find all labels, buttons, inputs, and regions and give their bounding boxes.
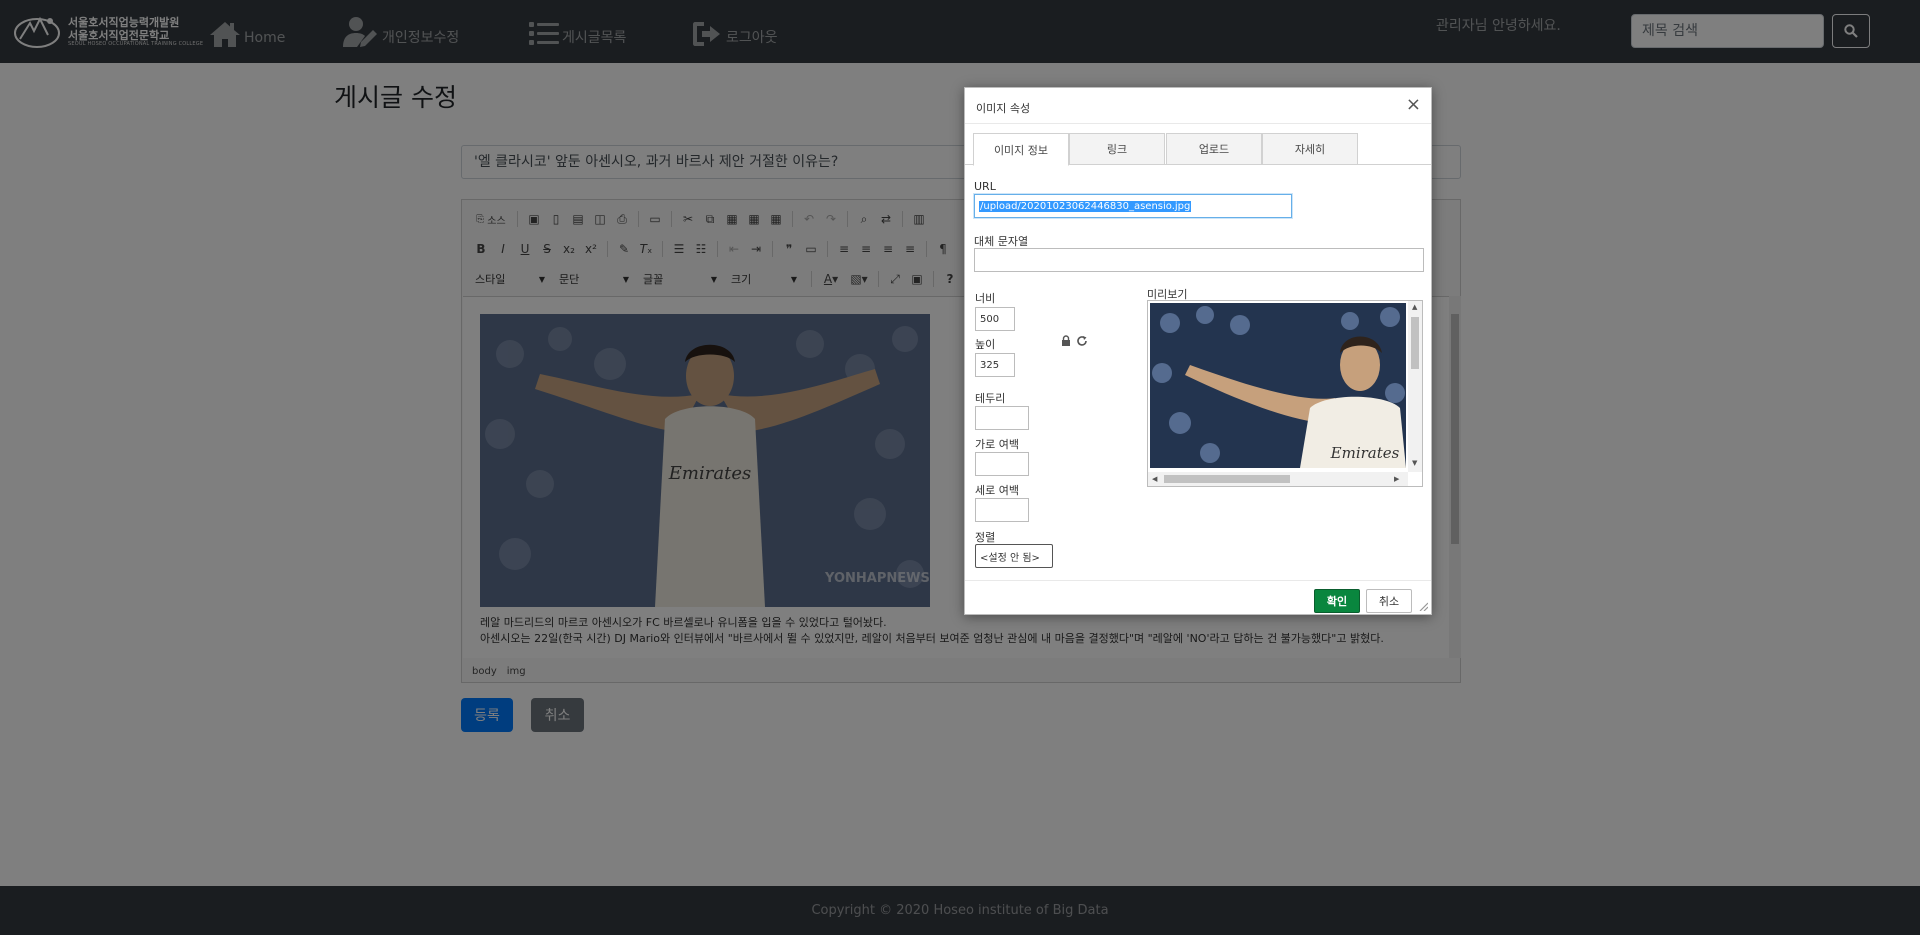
tab-advanced[interactable]: 자세히 xyxy=(1262,133,1358,165)
tab-image-info[interactable]: 이미지 정보 xyxy=(973,133,1069,166)
scroll-thumb[interactable] xyxy=(1411,317,1419,369)
preview-photo: Emirates xyxy=(1150,303,1406,468)
dialog-tabs: 이미지 정보 링크 업로드 자세히 xyxy=(965,133,1431,166)
scroll-left-icon[interactable]: ◀ xyxy=(1152,475,1157,483)
alt-text-label: 대체 문자열 xyxy=(974,235,1029,248)
border-label: 테두리 xyxy=(975,392,1006,405)
tab-upload[interactable]: 업로드 xyxy=(1166,133,1262,165)
align-value: <설정 안 됨> xyxy=(980,552,1040,564)
lock-icon[interactable] xyxy=(1060,335,1072,347)
align-label: 정렬 xyxy=(975,531,996,544)
hspace-field[interactable] xyxy=(975,452,1029,476)
dialog-title: 이미지 속성 xyxy=(976,102,1031,115)
ok-button[interactable]: 확인 xyxy=(1314,589,1360,613)
image-preview: Emirates ▲ ▼ ◀ ▶ xyxy=(1147,300,1423,487)
scroll-thumb[interactable] xyxy=(1164,475,1290,483)
tab-link[interactable]: 링크 xyxy=(1069,133,1165,165)
scroll-right-icon[interactable]: ▶ xyxy=(1394,475,1399,483)
preview-hscrollbar[interactable]: ◀ ▶ xyxy=(1148,472,1408,486)
url-value: /upload/20201023062446830_asensio.jpg xyxy=(979,200,1192,212)
svg-text:Emirates: Emirates xyxy=(1330,444,1400,462)
preview-image: Emirates xyxy=(1150,303,1406,468)
dialog-header[interactable]: 이미지 속성 × xyxy=(965,88,1431,124)
ratio-controls xyxy=(1060,335,1088,347)
hspace-label: 가로 여백 xyxy=(975,438,1019,451)
border-field[interactable] xyxy=(975,406,1029,430)
width-field[interactable]: 500 xyxy=(975,307,1015,331)
reset-size-icon[interactable] xyxy=(1076,335,1088,347)
dialog-cancel-button[interactable]: 취소 xyxy=(1366,589,1412,613)
scroll-up-icon[interactable]: ▲ xyxy=(1412,303,1417,311)
align-select[interactable]: <설정 안 됨> xyxy=(975,544,1053,568)
height-label: 높이 xyxy=(975,338,996,351)
close-icon[interactable]: × xyxy=(1406,94,1421,116)
resize-handle-icon[interactable] xyxy=(1418,601,1428,611)
height-field[interactable]: 325 xyxy=(975,353,1015,377)
modal-backdrop xyxy=(0,0,1920,935)
url-label: URL xyxy=(974,180,996,193)
dialog-footer: 확인 취소 xyxy=(965,580,1431,614)
scroll-down-icon[interactable]: ▼ xyxy=(1412,459,1417,467)
vspace-label: 세로 여백 xyxy=(975,484,1019,497)
image-properties-dialog: 이미지 속성 × 이미지 정보 링크 업로드 자세히 URL /upload/2… xyxy=(964,87,1432,615)
vspace-field[interactable] xyxy=(975,498,1029,522)
preview-vscrollbar[interactable]: ▲ ▼ xyxy=(1408,301,1422,472)
width-label: 너비 xyxy=(975,292,996,305)
alt-text-field[interactable] xyxy=(974,248,1424,272)
url-field[interactable]: /upload/20201023062446830_asensio.jpg xyxy=(974,194,1292,218)
